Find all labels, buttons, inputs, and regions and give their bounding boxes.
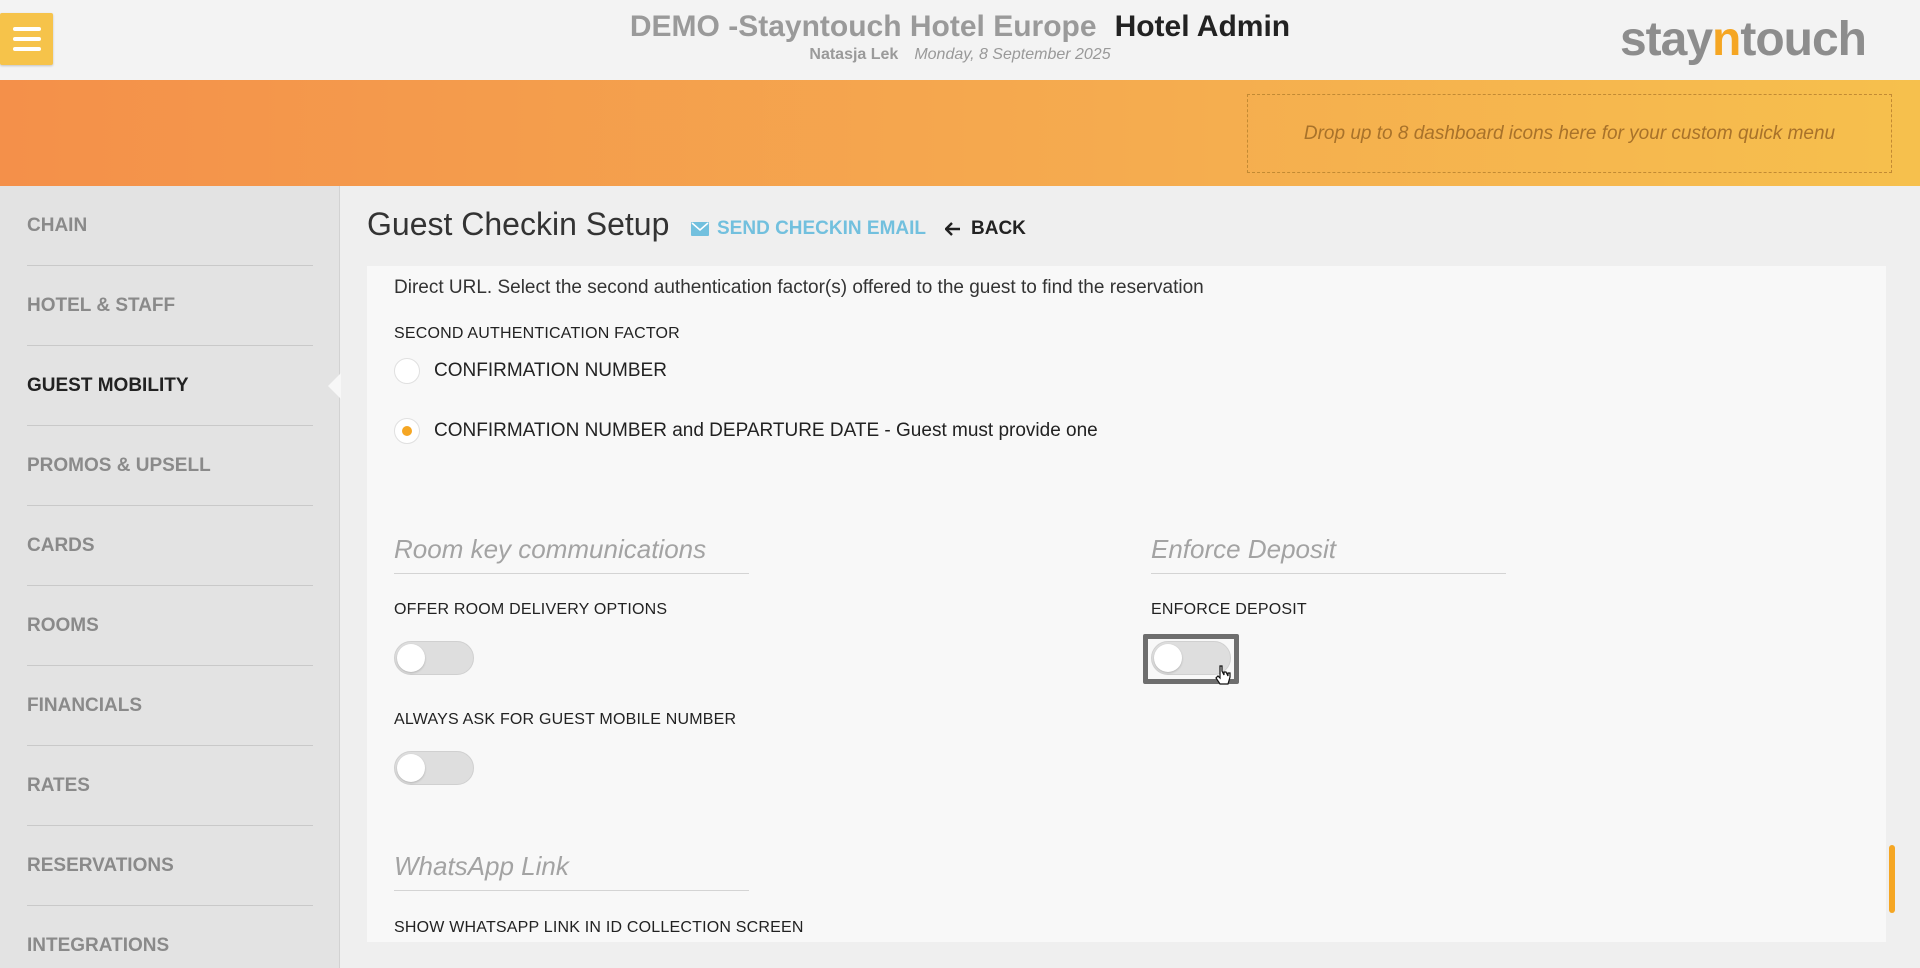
auth-factor-label: SECOND AUTHENTICATION FACTOR: [394, 325, 680, 342]
sidebar-item-integrations[interactable]: INTEGRATIONS: [27, 906, 313, 968]
pointer-cursor-icon: [1215, 665, 1231, 685]
whatsapp-link-label: SHOW WHATSAPP LINK IN ID COLLECTION SCRE…: [394, 919, 804, 936]
offer-room-delivery-label: OFFER ROOM DELIVERY OPTIONS: [394, 601, 668, 618]
back-button[interactable]: BACK: [945, 218, 1026, 240]
sidebar-item-rates[interactable]: RATES: [27, 746, 313, 826]
radio-confirmation-and-departure[interactable]: CONFIRMATION NUMBER and DEPARTURE DATE -…: [394, 418, 1098, 444]
sidebar: CHAIN HOTEL & STAFF GUEST MOBILITY PROMO…: [0, 186, 341, 968]
envelope-icon: [691, 222, 709, 236]
user-name: Natasja Lek: [809, 46, 899, 63]
sidebar-item-rooms[interactable]: ROOMS: [27, 586, 313, 666]
scrollbar-thumb[interactable]: [1889, 845, 1895, 913]
page-title: Guest Checkin Setup: [367, 206, 670, 242]
radio-button-selected[interactable]: [394, 418, 420, 444]
offer-room-delivery-toggle[interactable]: [394, 641, 474, 675]
sidebar-item-hotel-staff[interactable]: HOTEL & STAFF: [27, 266, 313, 346]
radio-button[interactable]: [394, 358, 420, 384]
sidebar-item-financials[interactable]: FINANCIALS: [27, 666, 313, 746]
send-checkin-email-link[interactable]: SEND CHECKIN EMAIL: [691, 218, 926, 240]
enforce-deposit-label: ENFORCE DEPOSIT: [1151, 601, 1307, 618]
room-key-section-title: Room key communications: [394, 534, 749, 574]
sidebar-item-cards[interactable]: CARDS: [27, 506, 313, 586]
sidebar-item-chain[interactable]: CHAIN: [27, 186, 313, 266]
hotel-name: DEMO -Stayntouch Hotel Europe: [629, 10, 1097, 43]
whatsapp-section-title: WhatsApp Link: [394, 851, 749, 891]
active-indicator: [328, 373, 341, 399]
app-name: Hotel Admin: [1114, 10, 1291, 43]
sidebar-item-reservations[interactable]: RESERVATIONS: [27, 826, 313, 906]
ask-mobile-toggle[interactable]: [394, 751, 474, 785]
top-bar: DEMO -Stayntouch Hotel Europe Hotel Admin…: [0, 0, 1920, 80]
arrow-left-icon: [945, 222, 960, 236]
radio-confirmation-number[interactable]: CONFIRMATION NUMBER: [394, 358, 667, 384]
sidebar-item-guest-mobility[interactable]: GUEST MOBILITY: [27, 346, 313, 426]
dropzone-text: Drop up to 8 dashboard icons here for yo…: [1303, 122, 1836, 144]
sidebar-item-promos-upsell[interactable]: PROMOS & UPSELL: [27, 426, 313, 506]
current-date: Monday, 8 September 2025: [914, 46, 1111, 63]
enforce-deposit-section-title: Enforce Deposit: [1151, 534, 1506, 574]
stayntouch-logo: stayntouch: [1619, 13, 1867, 66]
ask-mobile-label: ALWAYS ASK FOR GUEST MOBILE NUMBER: [394, 711, 737, 728]
auth-description: Direct URL. Select the second authentica…: [394, 277, 1204, 298]
page-header: Guest Checkin Setup SEND CHECKIN EMAIL B…: [341, 186, 1920, 266]
quick-menu-dropzone[interactable]: Drop up to 8 dashboard icons here for yo…: [1247, 94, 1892, 173]
quick-menu-band: Drop up to 8 dashboard icons here for yo…: [0, 80, 1920, 186]
settings-panel: Direct URL. Select the second authentica…: [367, 266, 1886, 942]
